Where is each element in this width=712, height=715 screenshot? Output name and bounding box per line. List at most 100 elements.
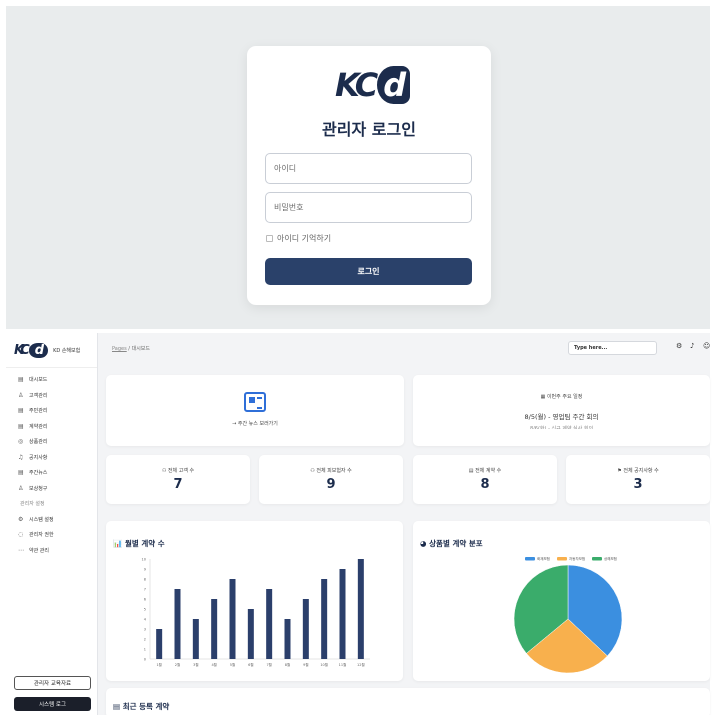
- sidebar-item-label: 약관 관리: [29, 547, 49, 554]
- recent-contracts-title-text: 최근 등록 계약: [122, 702, 170, 711]
- username-input[interactable]: [265, 153, 472, 184]
- clipboard-icon: ▤: [113, 702, 123, 711]
- y-tick-label: 7: [144, 588, 146, 592]
- bar: [302, 599, 309, 659]
- x-tick-label: 9월: [303, 662, 308, 667]
- schedule-item: 8/6(화) - 신규 계약 심사 회의: [529, 426, 594, 429]
- key-icon: ◌: [18, 531, 24, 539]
- bell-icon: ♫: [18, 453, 24, 461]
- list-icon: ▤: [18, 407, 24, 415]
- sidebar-item-claims[interactable]: ♙ 보상청구: [6, 481, 97, 497]
- sidebar: KC d KD 손해보험 ▤ 대시보드 ♙ 고객관리 ▤ 주민관리 ▤ 계약관리 ◎ 상품관…: [6, 333, 98, 715]
- x-tick-label: 3월: [193, 662, 198, 667]
- stat-label: ⚇ 전체 고객 수: [161, 468, 195, 474]
- breadcrumb: Pages / 대시보드: [112, 345, 150, 352]
- y-tick-label: 8: [144, 578, 146, 582]
- stat-label: ⚇ 전체 피보험자 수: [310, 468, 352, 474]
- password-input[interactable]: [265, 192, 472, 223]
- sidebar-header[interactable]: KC d KD 손해보험: [6, 333, 97, 368]
- bar: [321, 579, 328, 659]
- y-tick-label: 6: [144, 598, 146, 602]
- breadcrumb-current: 대시보드: [131, 346, 150, 352]
- x-tick-label: 8월: [285, 662, 290, 667]
- user-icon[interactable]: ☺: [703, 342, 710, 350]
- y-tick-label: 2: [144, 638, 146, 642]
- sidebar-item-label: 계약관리: [29, 423, 48, 430]
- sidebar-item-admin-permissions[interactable]: ◌ 관리자 권한: [6, 527, 97, 543]
- news-link[interactable]: → 주간 뉴스 보러가기: [106, 420, 404, 427]
- y-tick-label: 5: [144, 608, 146, 612]
- x-tick-label: 2월: [175, 662, 180, 667]
- schedule-item: 8/5(월) - 영업팀 주간 회의: [524, 413, 599, 421]
- claim-icon: ♙: [18, 484, 24, 492]
- y-tick-label: 4: [144, 618, 147, 622]
- x-tick-label: 4월: [211, 662, 216, 667]
- sidebar-item-contracts[interactable]: ▤ 계약관리: [6, 419, 97, 435]
- y-tick-label: 3: [144, 628, 146, 632]
- sidebar-item-notices[interactable]: ♫ 공지사항: [6, 450, 97, 466]
- sidebar-item-products[interactable]: ◎ 상품관리: [6, 434, 97, 450]
- sidebar-menu: ▤ 대시보드 ♙ 고객관리 ▤ 주민관리 ▤ 계약관리 ◎ 상품관리 ♫ 공지사항 ▤ 주간뉴…: [6, 368, 97, 558]
- stat-value: 7: [173, 477, 183, 492]
- bar: [174, 589, 181, 659]
- checkbox-box[interactable]: [266, 235, 273, 242]
- bar: [156, 629, 163, 659]
- sidebar-item-label: 상품관리: [29, 439, 48, 446]
- bar: [211, 599, 218, 659]
- monthly-contracts-chart: 0 1 2 3 4 5 6 7 8 9 10 1월 2월 3월 4월 5월 6월 7월 8월 9월 10월 11월 12월: [142, 558, 370, 667]
- sidebar-item-label: 관리자 권한: [29, 532, 54, 539]
- sidebar-item-terms[interactable]: ⋯ 약관 관리: [6, 543, 97, 559]
- login-card: KCd 관리자 로그인 아이디 기억하기 로그인: [247, 46, 491, 305]
- sidebar-item-dashboard[interactable]: ▤ 대시보드: [6, 372, 97, 388]
- product-distribution-chart: 화재보험 자동차보험 상해보험: [513, 556, 623, 674]
- system-log-button[interactable]: 시스템 로그: [14, 697, 91, 711]
- legend-label: 상해보험: [604, 556, 617, 561]
- y-tick-label: 0: [144, 658, 146, 662]
- product-distribution-card: ◕ 상품별 계약 분포 화재보험 자동차보험 상해보험: [413, 521, 710, 681]
- x-tick-label: 11월: [339, 662, 347, 667]
- bar: [357, 559, 364, 659]
- y-tick-label: 1: [144, 648, 146, 652]
- newspaper-icon: [244, 392, 266, 412]
- bar: [192, 619, 199, 659]
- stat-card-contracts: ▤ 전체 계약 수 8: [413, 455, 557, 504]
- legend-swatch: [525, 557, 535, 561]
- document-icon: ▤: [18, 422, 24, 430]
- x-tick-label: 1월: [156, 662, 161, 667]
- sidebar-item-news[interactable]: ▤ 주간뉴스: [6, 465, 97, 481]
- schedule-card: ▦ 이번주 주요 일정 8/5(월) - 영업팀 주간 회의 8/6(화) - …: [413, 375, 710, 446]
- stat-label: ▤ 전체 계약 수: [468, 468, 502, 474]
- bar: [229, 579, 236, 659]
- stat-value: 3: [633, 477, 643, 492]
- bar: [266, 589, 273, 659]
- y-tick-label: 9: [144, 568, 146, 572]
- sidebar-item-customers[interactable]: ♙ 고객관리: [6, 388, 97, 404]
- stat-value: 9: [326, 477, 336, 492]
- bar: [284, 619, 291, 659]
- bell-icon[interactable]: ♪: [690, 342, 694, 350]
- gear-icon[interactable]: ⚙: [676, 342, 682, 350]
- sidebar-item-label: 주간뉴스: [29, 470, 48, 477]
- breadcrumb-pages-link[interactable]: Pages: [112, 346, 127, 352]
- bar: [247, 609, 254, 659]
- bar: [339, 569, 346, 659]
- search-input[interactable]: [568, 341, 657, 355]
- sidebar-item-label: 시스템 설정: [29, 516, 54, 523]
- weekly-news-card[interactable]: → 주간 뉴스 보러가기: [106, 375, 404, 446]
- brand-logo: KC d: [335, 66, 411, 104]
- legend-label: 자동차보험: [569, 556, 585, 561]
- sidebar-item-system-settings[interactable]: ⚙ 시스템 설정: [6, 512, 97, 528]
- login-button[interactable]: 로그인: [265, 258, 472, 285]
- legend-swatch: [557, 557, 567, 561]
- admin-manual-button[interactable]: 관리자 교육자료: [14, 676, 91, 690]
- sidebar-item-residents[interactable]: ▤ 주민관리: [6, 403, 97, 419]
- sidebar-section-admin: 관리자 설정: [20, 501, 45, 508]
- x-tick-label: 7월: [266, 662, 271, 667]
- remember-id-label: 아이디 기억하기: [277, 234, 332, 243]
- sidebar-item-label: 대시보드: [29, 377, 48, 384]
- monthly-contracts-card: 📊 월별 계약 수 0 1 2 3 4 5 6 7 8 9 10 1월 2월 3월 4월 5월 6월 7월 8월 9월…: [106, 521, 403, 681]
- stat-card-insured: ⚇ 전체 피보험자 수 9: [259, 455, 403, 504]
- remember-id-checkbox[interactable]: 아이디 기억하기: [266, 233, 331, 244]
- more-icon: ⋯: [18, 546, 24, 554]
- recent-contracts-title: ▤ 최근 등록 계약: [113, 701, 169, 712]
